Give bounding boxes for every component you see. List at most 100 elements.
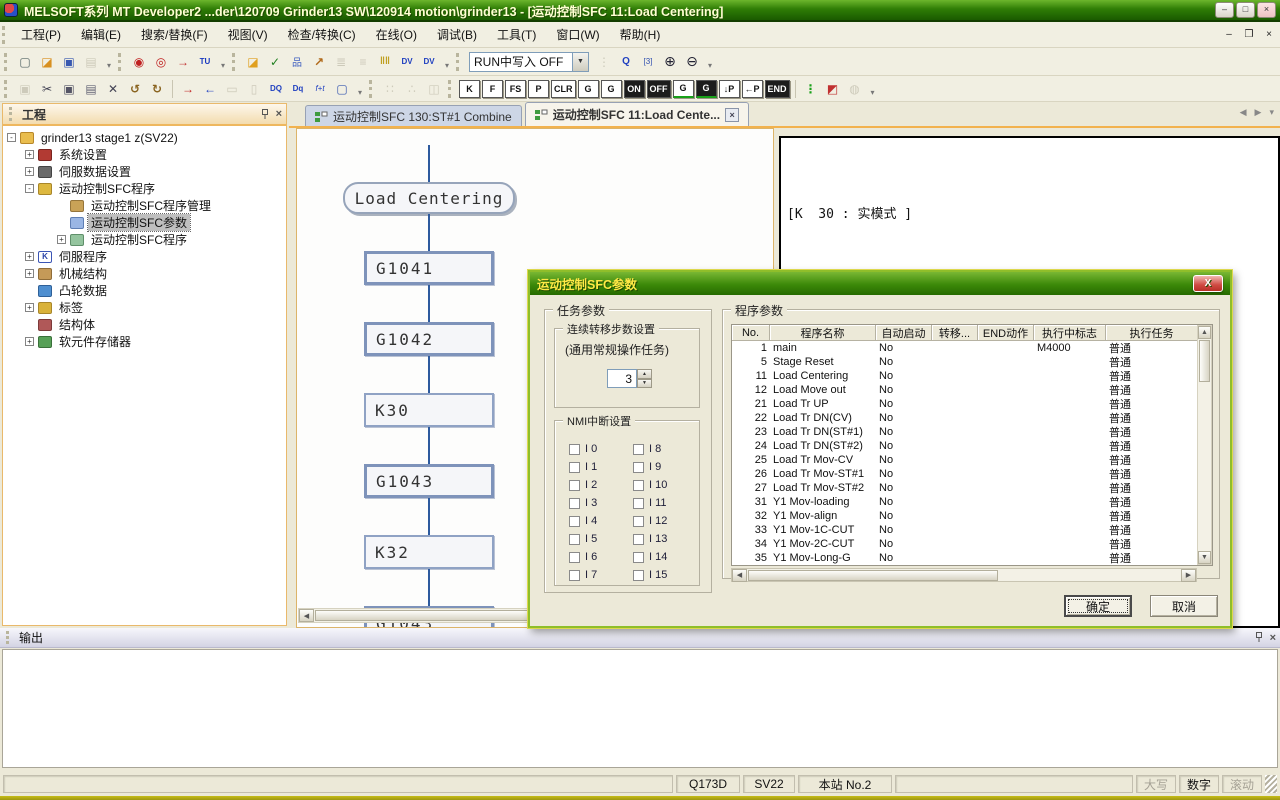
dialog-title-bar[interactable]: 运动控制SFC参数 X bbox=[530, 272, 1230, 295]
checkbox[interactable] bbox=[633, 444, 644, 455]
g2-transition-button[interactable]: G bbox=[601, 80, 622, 98]
monitor-start-icon[interactable]: ▭ bbox=[221, 78, 243, 100]
pin-icon[interactable] bbox=[1254, 632, 1264, 643]
paste-icon[interactable]: ▤ bbox=[80, 78, 102, 100]
table-row[interactable]: 33 Y1 Mov-1C-CUT No 普通 bbox=[732, 523, 1197, 537]
doc-close-icon[interactable]: × bbox=[1262, 29, 1276, 40]
toolbar-grip[interactable] bbox=[448, 80, 455, 98]
col-header-no[interactable]: No. bbox=[732, 325, 770, 341]
tree-expand-icon[interactable]: + bbox=[25, 337, 34, 346]
doc-minimize-icon[interactable]: – bbox=[1222, 29, 1236, 40]
table-row[interactable]: 12 Load Move out No 普通 bbox=[732, 383, 1197, 397]
g-shift-button[interactable]: G bbox=[673, 80, 694, 98]
redo-icon[interactable]: ↻ bbox=[146, 78, 168, 100]
sfc-node[interactable]: G1041 bbox=[364, 251, 494, 285]
menu-item[interactable]: 检查/转换(C) bbox=[278, 22, 366, 47]
toolbar-grip[interactable] bbox=[4, 53, 11, 71]
open-project-icon[interactable]: ◪ bbox=[36, 51, 58, 73]
checkbox[interactable] bbox=[633, 552, 644, 563]
close-panel-icon[interactable]: × bbox=[276, 108, 282, 120]
toolbar-overflow-icon[interactable]: ▾ bbox=[354, 79, 366, 99]
toolbar-grip[interactable] bbox=[456, 53, 463, 71]
tree-expand-icon[interactable]: + bbox=[57, 235, 66, 244]
menubar-grip[interactable] bbox=[2, 26, 9, 44]
spinner-down-icon[interactable]: ▼ bbox=[637, 379, 652, 389]
doc-restore-icon[interactable]: ❒ bbox=[1242, 29, 1256, 40]
transfer-setup-icon[interactable]: → bbox=[172, 51, 194, 73]
tree-expand-icon[interactable]: + bbox=[25, 269, 34, 278]
scroll-right-icon[interactable]: ▶ bbox=[1181, 569, 1196, 582]
menu-item[interactable]: 工程(P) bbox=[11, 22, 71, 47]
table-vertical-scrollbar[interactable]: ▲ ▼ bbox=[1197, 325, 1212, 565]
sfc-node[interactable]: K32 bbox=[364, 535, 494, 569]
ok-button[interactable]: 确定 bbox=[1064, 595, 1132, 617]
menu-item[interactable]: 工具(T) bbox=[487, 22, 546, 47]
tree-expand-icon[interactable]: + bbox=[25, 167, 34, 176]
col-header-auto[interactable]: 自动启动 bbox=[876, 325, 932, 341]
checkbox[interactable] bbox=[569, 534, 580, 545]
tree-item[interactable]: - grinder13 stage1 z(SV22) bbox=[3, 129, 286, 146]
k-step-button[interactable]: K bbox=[459, 80, 480, 98]
checkbox[interactable] bbox=[633, 498, 644, 509]
export-icon[interactable]: ↗ bbox=[308, 51, 330, 73]
scrollbar-thumb[interactable] bbox=[1199, 340, 1210, 382]
bracket-monitor-icon[interactable]: [3] bbox=[637, 51, 659, 73]
assign2-icon[interactable]: ≡ bbox=[352, 51, 374, 73]
table-row[interactable]: 34 Y1 Mov-2C-CUT No 普通 bbox=[732, 537, 1197, 551]
menu-item[interactable]: 在线(O) bbox=[366, 22, 427, 47]
user-setting-icon[interactable]: ◍ bbox=[844, 78, 866, 100]
menu-item[interactable]: 搜索/替换(F) bbox=[131, 22, 218, 47]
table-row[interactable]: 27 Load Tr Mov-ST#2 No 普通 bbox=[732, 481, 1197, 495]
sfc-diagram-icon[interactable]: ∷ bbox=[379, 78, 401, 100]
panel-grip[interactable] bbox=[6, 631, 13, 644]
table-row[interactable]: 24 Load Tr DN(ST#2) No 普通 bbox=[732, 439, 1197, 453]
table-row[interactable]: 5 Stage Reset No 普通 bbox=[732, 355, 1197, 369]
close-panel-icon[interactable]: × bbox=[1270, 632, 1276, 644]
g-transition-button[interactable]: G bbox=[578, 80, 599, 98]
checkbox[interactable] bbox=[569, 462, 580, 473]
scroll-left-icon[interactable]: ◀ bbox=[299, 609, 314, 622]
resize-grip[interactable] bbox=[1265, 775, 1277, 793]
scrollbar-thumb[interactable] bbox=[748, 570, 998, 581]
dev-batch-monitor-icon[interactable]: DQ bbox=[265, 78, 287, 100]
project-verify-icon[interactable]: ◎ bbox=[150, 51, 172, 73]
zoom-in-icon[interactable]: ⊕ bbox=[659, 51, 681, 73]
system-structure-icon[interactable]: 品 bbox=[286, 51, 308, 73]
menu-item[interactable]: 窗口(W) bbox=[546, 22, 609, 47]
tree-expand-icon[interactable]: + bbox=[25, 252, 34, 261]
minimize-button[interactable]: – bbox=[1215, 2, 1234, 18]
checkbox[interactable] bbox=[633, 534, 644, 545]
checkbox[interactable] bbox=[633, 516, 644, 527]
tab-scroll-right-icon[interactable]: ▶ bbox=[1255, 107, 1262, 118]
tree-item[interactable]: + 系统设置 bbox=[3, 146, 286, 163]
table-row[interactable]: 23 Load Tr DN(ST#1) No 普通 bbox=[732, 425, 1197, 439]
table-row[interactable]: 22 Load Tr DN(CV) No 普通 bbox=[732, 411, 1197, 425]
table-row[interactable]: 26 Load Tr Mov-ST#1 No 普通 bbox=[732, 467, 1197, 481]
pointer-p-button[interactable]: ←P bbox=[742, 80, 763, 98]
tree-item[interactable]: 凸轮数据 bbox=[3, 282, 286, 299]
copy-icon[interactable]: ▣ bbox=[58, 78, 80, 100]
dev-list-icon[interactable]: DV bbox=[418, 51, 440, 73]
tree-item[interactable]: 结构体 bbox=[3, 316, 286, 333]
sfc-node[interactable]: K30 bbox=[364, 393, 494, 427]
device-search-icon[interactable]: Q bbox=[615, 51, 637, 73]
save-project-icon[interactable]: ▣ bbox=[58, 51, 80, 73]
copy-project-icon[interactable]: ▣ bbox=[14, 78, 36, 100]
toolbar-overflow-icon[interactable]: ▾ bbox=[441, 52, 453, 72]
sfc-node[interactable]: G1042 bbox=[364, 322, 494, 356]
col-header-name[interactable]: 程序名称 bbox=[770, 325, 876, 341]
sfc-zoom-icon[interactable]: ∴ bbox=[401, 78, 423, 100]
checkbox[interactable] bbox=[569, 570, 580, 581]
tab-scroll-left-icon[interactable]: ◀ bbox=[1240, 107, 1247, 118]
menu-item[interactable]: 编辑(E) bbox=[71, 22, 131, 47]
dev-test-icon[interactable]: f+t bbox=[309, 78, 331, 100]
zoom-out-icon[interactable]: ⊖ bbox=[681, 51, 703, 73]
p-step-button[interactable]: P bbox=[528, 80, 549, 98]
branch-connect-icon[interactable]: ⋮ bbox=[800, 78, 822, 100]
spinner-up-icon[interactable]: ▲ bbox=[637, 369, 652, 379]
on-button[interactable]: ON bbox=[624, 80, 645, 98]
toolbar-overflow-icon[interactable]: ▾ bbox=[704, 52, 716, 72]
monitor-stop-icon[interactable]: ▯ bbox=[243, 78, 265, 100]
col-header-task[interactable]: 执行任务 bbox=[1106, 325, 1197, 341]
toolbar-grip[interactable] bbox=[369, 80, 376, 98]
